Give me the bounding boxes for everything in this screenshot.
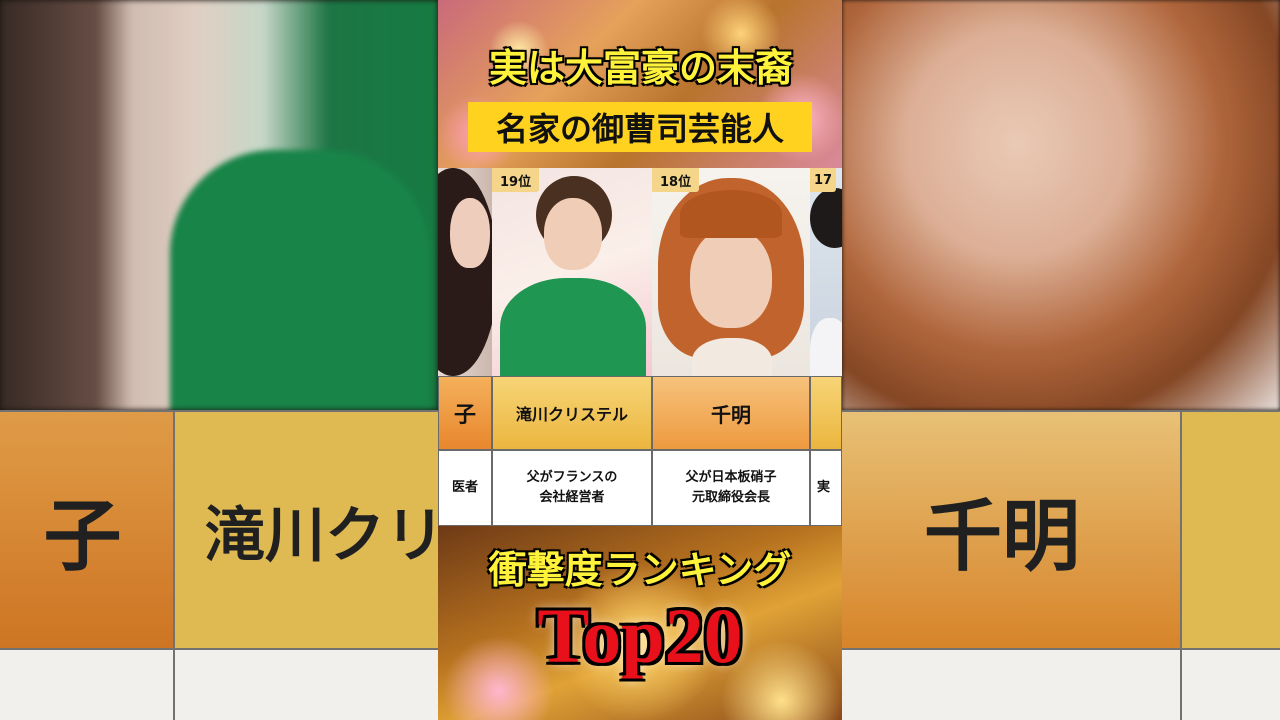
ranking-column: 18位 千明 父が日本板硝子 元取締役会長 [652,168,810,526]
description-cell: 父がフランスの 会社経営者 [492,450,652,526]
ranking-column: 17 実 [810,168,842,526]
ranking-column: 子 医者 [438,168,492,526]
name-cell: 子 [438,376,492,450]
headline-title: 実は大富豪の末裔 [488,44,793,90]
description-cell: 実 [810,450,842,526]
name-cell: 千明 [652,376,810,450]
description-cell: 医者 [438,450,492,526]
portrait-photo [810,168,842,376]
name-cell: 滝川クリステル [492,376,652,450]
portrait-photo [652,168,810,376]
ranking-title: 衝撃度ランキング [488,546,792,592]
portrait-photo [438,168,492,376]
video-frame: 実は大富豪の末裔 名家の御曹司芸能人 子 医者 19位 滝川クリステル 父がフラ… [438,0,842,720]
top20-label: Top20 [537,592,743,679]
rank-badge: 18位 [652,168,700,192]
rank-badge: 17 [810,168,837,192]
ranking-table: 子 医者 19位 滝川クリステル 父がフランスの 会社経営者 18位 千明 父が… [438,168,842,526]
rank-badge: 19位 [492,168,540,192]
portrait-photo [492,168,652,376]
headline-subtitle: 名家の御曹司芸能人 [468,102,812,152]
name-cell [810,376,842,450]
description-cell: 父が日本板硝子 元取締役会長 [652,450,810,526]
ranking-column: 19位 滝川クリステル 父がフランスの 会社経営者 [492,168,652,526]
